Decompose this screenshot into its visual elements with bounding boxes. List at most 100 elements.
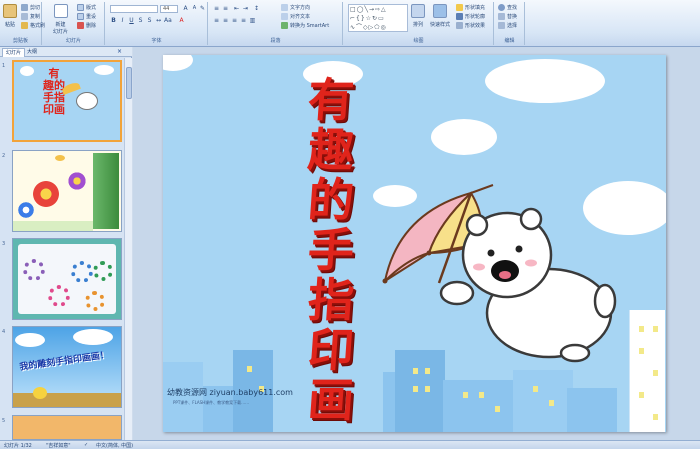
- shapes-gallery[interactable]: □◯╲→⇨△ ⌐{}☆↻▭ ∿⌒◇▷⬠◎: [348, 4, 408, 32]
- italic-icon[interactable]: I: [119, 17, 126, 24]
- align-left-icon[interactable]: ≡: [213, 17, 220, 24]
- current-slide[interactable]: 有 趣 的 手 指 印 画 幼教资源网 ziyuan.baby611.com P…: [163, 55, 666, 432]
- text-direction-icon: [281, 4, 288, 11]
- font-size-combo[interactable]: 44: [160, 5, 178, 13]
- fingerprint-flower: [48, 285, 70, 307]
- select-button[interactable]: 选择: [498, 22, 517, 29]
- slide-title[interactable]: 有 趣 的 手 指 印 画: [281, 73, 381, 427]
- columns-icon[interactable]: ▥: [249, 17, 256, 24]
- spell-check-icon[interactable]: ✓: [84, 442, 88, 448]
- line-spacing-icon[interactable]: ↕: [253, 5, 260, 12]
- bee-shape: [55, 155, 65, 161]
- slides-label: 幻灯片: [65, 38, 81, 44]
- cloud-shape: [485, 59, 605, 103]
- window: [653, 414, 658, 420]
- replace-button[interactable]: 替换: [498, 13, 517, 20]
- align-text-icon: [281, 13, 288, 20]
- building-shape: [567, 388, 617, 432]
- change-case-icon[interactable]: Aa: [164, 17, 172, 24]
- theme-name: "吉祥如意": [46, 443, 71, 449]
- delete-slide-button[interactable]: 删除: [77, 22, 96, 29]
- building-shape: [513, 370, 573, 432]
- bold-icon[interactable]: B: [110, 17, 117, 24]
- find-button[interactable]: 查找: [498, 4, 517, 11]
- panel-tabs: 幻灯片 大纲 ×: [0, 47, 132, 57]
- tab-slides[interactable]: 幻灯片: [2, 48, 26, 57]
- font-name-combo[interactable]: [110, 5, 158, 13]
- window: [247, 366, 252, 372]
- bullets-icon[interactable]: ≡: [213, 5, 220, 12]
- slide-thumbnail-2[interactable]: [12, 150, 122, 232]
- quick-styles-button[interactable]: 快速样式: [430, 4, 450, 28]
- underline-icon[interactable]: U: [128, 17, 135, 24]
- copy-button[interactable]: 复制: [21, 13, 40, 20]
- window: [639, 392, 644, 398]
- window: [639, 348, 644, 354]
- editing-label: 编辑: [504, 38, 515, 44]
- clear-format-icon[interactable]: ✎: [199, 5, 206, 12]
- language-indicator[interactable]: 中文(简体, 中国): [96, 442, 133, 449]
- slide-thumbnail-3[interactable]: [12, 238, 122, 320]
- window: [413, 386, 418, 392]
- tab-outline[interactable]: 大纲: [24, 48, 40, 57]
- align-text-button[interactable]: 对齐文本: [281, 13, 310, 20]
- tower-shape: [629, 310, 665, 432]
- smartart-button[interactable]: 转换为 SmartArt: [281, 22, 329, 29]
- format-painter-button[interactable]: 格式刷: [21, 22, 45, 29]
- shape-fill-button[interactable]: 形状填充: [456, 4, 485, 11]
- search-icon: [498, 4, 505, 11]
- new-slide-icon: [53, 4, 68, 18]
- plant-shape: [93, 153, 119, 229]
- status-bar: 幻灯片 1/32 "吉祥如意" ✓ 中文(简体, 中国): [0, 440, 700, 449]
- increase-indent-icon[interactable]: ⇥: [242, 5, 249, 12]
- font-group: 44 A A ✎ B I U S S ↔ Aa A 字体: [106, 2, 208, 45]
- decrease-indent-icon[interactable]: ⇤: [233, 5, 240, 12]
- slides-group: 新建 幻灯片 版式 重设 删除 幻灯片: [43, 2, 105, 45]
- shadow-icon[interactable]: S: [146, 17, 153, 24]
- layout-button[interactable]: 版式: [77, 4, 96, 11]
- text-direction-button[interactable]: 文字方向: [281, 4, 310, 11]
- select-arrow-icon: [498, 22, 505, 29]
- slide-counter: 幻灯片 1/32: [4, 443, 32, 449]
- shape-outline-button[interactable]: 形状轮廓: [456, 13, 485, 20]
- numbering-icon[interactable]: ≡: [222, 5, 229, 12]
- thumb-number: 1: [2, 63, 6, 69]
- new-slide-button[interactable]: 新建 幻灯片: [53, 4, 68, 35]
- drawing-group: □◯╲→⇨△ ⌐{}☆↻▭ ∿⌒◇▷⬠◎ 排列 快速样式 形状填充 形状轮廓 形状效…: [344, 2, 494, 45]
- window: [495, 406, 500, 412]
- reset-button[interactable]: 重设: [77, 13, 96, 20]
- panel-scrollbar[interactable]: [124, 58, 132, 440]
- font-color-icon[interactable]: A: [178, 17, 185, 24]
- cut-button[interactable]: 剪切: [21, 4, 40, 11]
- layout-icon: [77, 4, 84, 11]
- align-right-icon[interactable]: ≡: [231, 17, 238, 24]
- shrink-font-icon[interactable]: A: [191, 5, 198, 12]
- bear-with-umbrella-illustration: [382, 184, 617, 363]
- title-char: 指: [306, 273, 356, 327]
- building-shape: [443, 380, 523, 432]
- slide-thumbnail-1[interactable]: 有趣的 手指 印画: [12, 60, 122, 142]
- scrollbar-thumb[interactable]: [126, 67, 132, 99]
- justify-icon[interactable]: ≡: [240, 17, 247, 24]
- quick-styles-icon: [433, 4, 447, 18]
- paste-button[interactable]: 粘贴: [3, 4, 17, 28]
- grow-font-icon[interactable]: A: [182, 5, 189, 12]
- strikethrough-icon[interactable]: S: [137, 17, 144, 24]
- slide-editing-area: 有 趣 的 手 指 印 画 幼教资源网 ziyuan.baby611.com P…: [133, 47, 700, 440]
- scissors-icon: [21, 4, 28, 11]
- cloud-shape: [431, 119, 497, 155]
- close-panel-icon[interactable]: ×: [117, 48, 122, 55]
- drawing-label: 绘图: [413, 38, 424, 44]
- slide-thumbnail-4[interactable]: 我的雕刻手指印画画！: [12, 326, 122, 408]
- arrange-button[interactable]: 排列: [411, 4, 425, 28]
- clipboard-label: 剪贴板: [12, 38, 28, 44]
- char-spacing-icon[interactable]: ↔: [155, 17, 162, 24]
- font-label: 字体: [151, 38, 162, 44]
- smartart-icon: [281, 22, 288, 29]
- slide-thumbnail-5[interactable]: [12, 415, 122, 440]
- ribbon: 粘贴 剪切 复制 格式刷 剪贴板 新建 幻灯片 版式 重设 删除 幻灯片 44 …: [0, 0, 700, 47]
- cloud-shape: [94, 65, 114, 75]
- thumb-number: 2: [2, 153, 6, 159]
- align-center-icon[interactable]: ≡: [222, 17, 229, 24]
- shape-effects-button[interactable]: 形状效果: [456, 22, 485, 29]
